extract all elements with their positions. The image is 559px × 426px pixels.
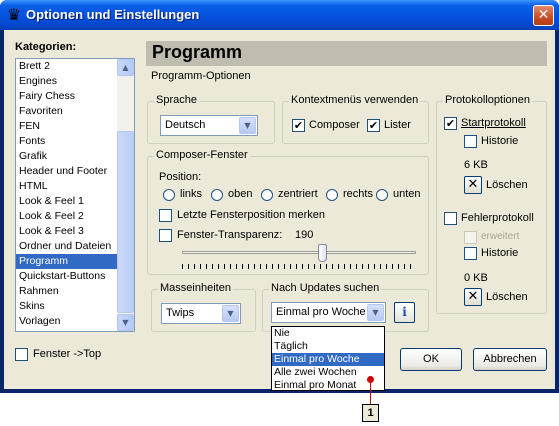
protokoll-group-title: Protokolloptionen [443, 94, 533, 106]
language-select[interactable]: Deutsch ▼ [160, 115, 258, 136]
category-item[interactable]: Programm [16, 254, 117, 269]
lister-label: Lister [384, 119, 411, 131]
updates-group-title: Nach Updates suchen [269, 282, 382, 294]
callout-number: 1 [362, 404, 379, 422]
updates-option[interactable]: Nie [272, 327, 384, 340]
protokoll-group: Protokolloptionen [436, 94, 547, 314]
chevron-down-icon[interactable]: ▼ [222, 305, 239, 322]
transparenz-label: Fenster-Transparenz: [177, 229, 283, 241]
composer-label: Composer [309, 119, 360, 131]
position-label: Position: [159, 171, 202, 183]
category-item[interactable]: Look & Feel 3 [16, 224, 117, 239]
updates-option[interactable]: Einmal pro Woche [272, 353, 384, 366]
position-radio-label: rechts [343, 188, 373, 200]
startprotokoll-checkbox[interactable]: ✔ [444, 117, 457, 130]
info-button[interactable]: i [394, 302, 415, 323]
panel-subtitle: Programm-Optionen [151, 70, 251, 82]
sprache-group: Sprache Deutsch ▼ [147, 94, 275, 144]
startprotokoll-size: 6 KB [464, 159, 488, 171]
categories-list: Brett 2 Engines Fairy Chess Favoriten FEN Fon… [15, 58, 135, 332]
erweitert-checkbox[interactable] [464, 231, 477, 244]
units-select[interactable]: Twips ▼ [161, 303, 241, 324]
fehlerprotokoll-checkbox[interactable] [444, 212, 457, 225]
category-item[interactable]: Skins [16, 299, 117, 314]
updates-select-value: Einmal pro Woche [276, 306, 366, 318]
fehlerprotokoll-label: Fehlerprotokoll [461, 212, 534, 224]
chevron-down-icon[interactable]: ▼ [367, 304, 384, 321]
scroll-up-button[interactable]: ▲ [117, 59, 134, 76]
delete-fehlerprotokoll-button[interactable]: ✕ [464, 288, 482, 306]
updates-option[interactable]: Täglich [272, 340, 384, 353]
historie-1-label: Historie [481, 135, 519, 147]
masseinheiten-group-title: Masseinheiten [158, 282, 233, 294]
fehlerprotokoll-size: 0 KB [464, 272, 488, 284]
panel-title: Programm [152, 42, 243, 62]
transparenz-slider-thumb[interactable] [318, 244, 327, 262]
close-button[interactable]: ✕ [533, 5, 554, 26]
historie-2-label: Historie [481, 247, 519, 259]
updates-select[interactable]: Einmal pro Woche ▼ [271, 302, 386, 323]
loeschen-1-label: Löschen [486, 179, 528, 191]
panel-header: Programm [146, 41, 547, 66]
scroll-thumb[interactable] [117, 131, 134, 313]
delete-startprotokoll-button[interactable]: ✕ [464, 176, 482, 194]
category-item[interactable]: Quickstart-Buttons [16, 269, 117, 284]
title-bar: ♛ Optionen und Einstellungen ✕ [0, 0, 559, 30]
erweitert-label: erweitert [481, 231, 520, 242]
cancel-button[interactable]: Abbrechen [473, 348, 547, 371]
category-item[interactable]: Vorlagen [16, 314, 117, 329]
category-item[interactable]: Fonts [16, 134, 117, 149]
window-title: Optionen und Einstellungen [26, 7, 200, 22]
letzte-position-label: Letzte Fensterposition merken [177, 209, 325, 221]
category-item[interactable]: Header und Footer [16, 164, 117, 179]
chess-queen-icon: ♛ [6, 5, 22, 24]
units-select-value: Twips [166, 307, 195, 319]
category-item[interactable]: Brett 2 [16, 59, 117, 74]
position-radio-0[interactable] [163, 189, 175, 201]
transparenz-slider-track[interactable] [182, 251, 416, 254]
position-radio-label: zentriert [278, 188, 318, 200]
category-item[interactable]: HTML [16, 179, 117, 194]
category-item[interactable]: Look & Feel 2 [16, 209, 117, 224]
position-radio-1[interactable] [211, 189, 223, 201]
categories-label: Kategorien: [15, 41, 77, 53]
categories-items: Brett 2 Engines Fairy Chess Favoriten FEN Fon… [16, 59, 117, 331]
category-item[interactable]: Fairy Chess [16, 89, 117, 104]
position-radio-3[interactable] [326, 189, 338, 201]
category-item[interactable]: Engines [16, 74, 117, 89]
categories-scrollbar[interactable]: ▲ ▼ [117, 59, 134, 331]
loeschen-2-label: Löschen [486, 291, 528, 303]
sprache-group-title: Sprache [154, 94, 199, 106]
position-radio-label: oben [228, 188, 253, 200]
category-item[interactable]: Grafik [16, 149, 117, 164]
letzte-position-checkbox[interactable] [159, 209, 172, 222]
position-radio-4[interactable] [376, 189, 388, 201]
category-item[interactable]: FEN [16, 119, 117, 134]
startprotokoll-label: Startprotokoll [461, 117, 526, 129]
ok-button[interactable]: OK [400, 348, 462, 371]
transparenz-value: 190 [295, 229, 314, 241]
callout-dot [367, 376, 374, 383]
category-item[interactable]: Ordner und Dateien [16, 239, 117, 254]
composer-fenster-title: Composer-Fenster [154, 149, 250, 161]
historie-1-checkbox[interactable] [464, 135, 477, 148]
chevron-down-icon[interactable]: ▼ [239, 117, 256, 134]
fenster-top-checkbox[interactable] [15, 348, 28, 361]
language-select-value: Deutsch [165, 119, 206, 131]
category-item[interactable]: Look & Feel 1 [16, 194, 117, 209]
category-item[interactable]: Rahmen [16, 284, 117, 299]
position-radio-2[interactable] [261, 189, 273, 201]
transparenz-checkbox[interactable] [159, 229, 172, 242]
category-item[interactable]: Favoriten [16, 104, 117, 119]
historie-2-checkbox[interactable] [464, 247, 477, 260]
transparenz-slider-ticks [182, 264, 416, 269]
masseinheiten-group: Masseinheiten Twips ▼ [151, 282, 256, 332]
scroll-down-button[interactable]: ▼ [117, 314, 134, 331]
kontextmenue-group-title: Kontextmenüs verwenden [289, 94, 421, 106]
position-radio-label: links [180, 188, 203, 200]
composer-checkbox[interactable]: ✔ [292, 119, 305, 132]
position-radio-label: unten [393, 188, 421, 200]
lister-checkbox[interactable]: ✔ [367, 119, 380, 132]
fenster-top-label: Fenster ->Top [33, 348, 102, 360]
